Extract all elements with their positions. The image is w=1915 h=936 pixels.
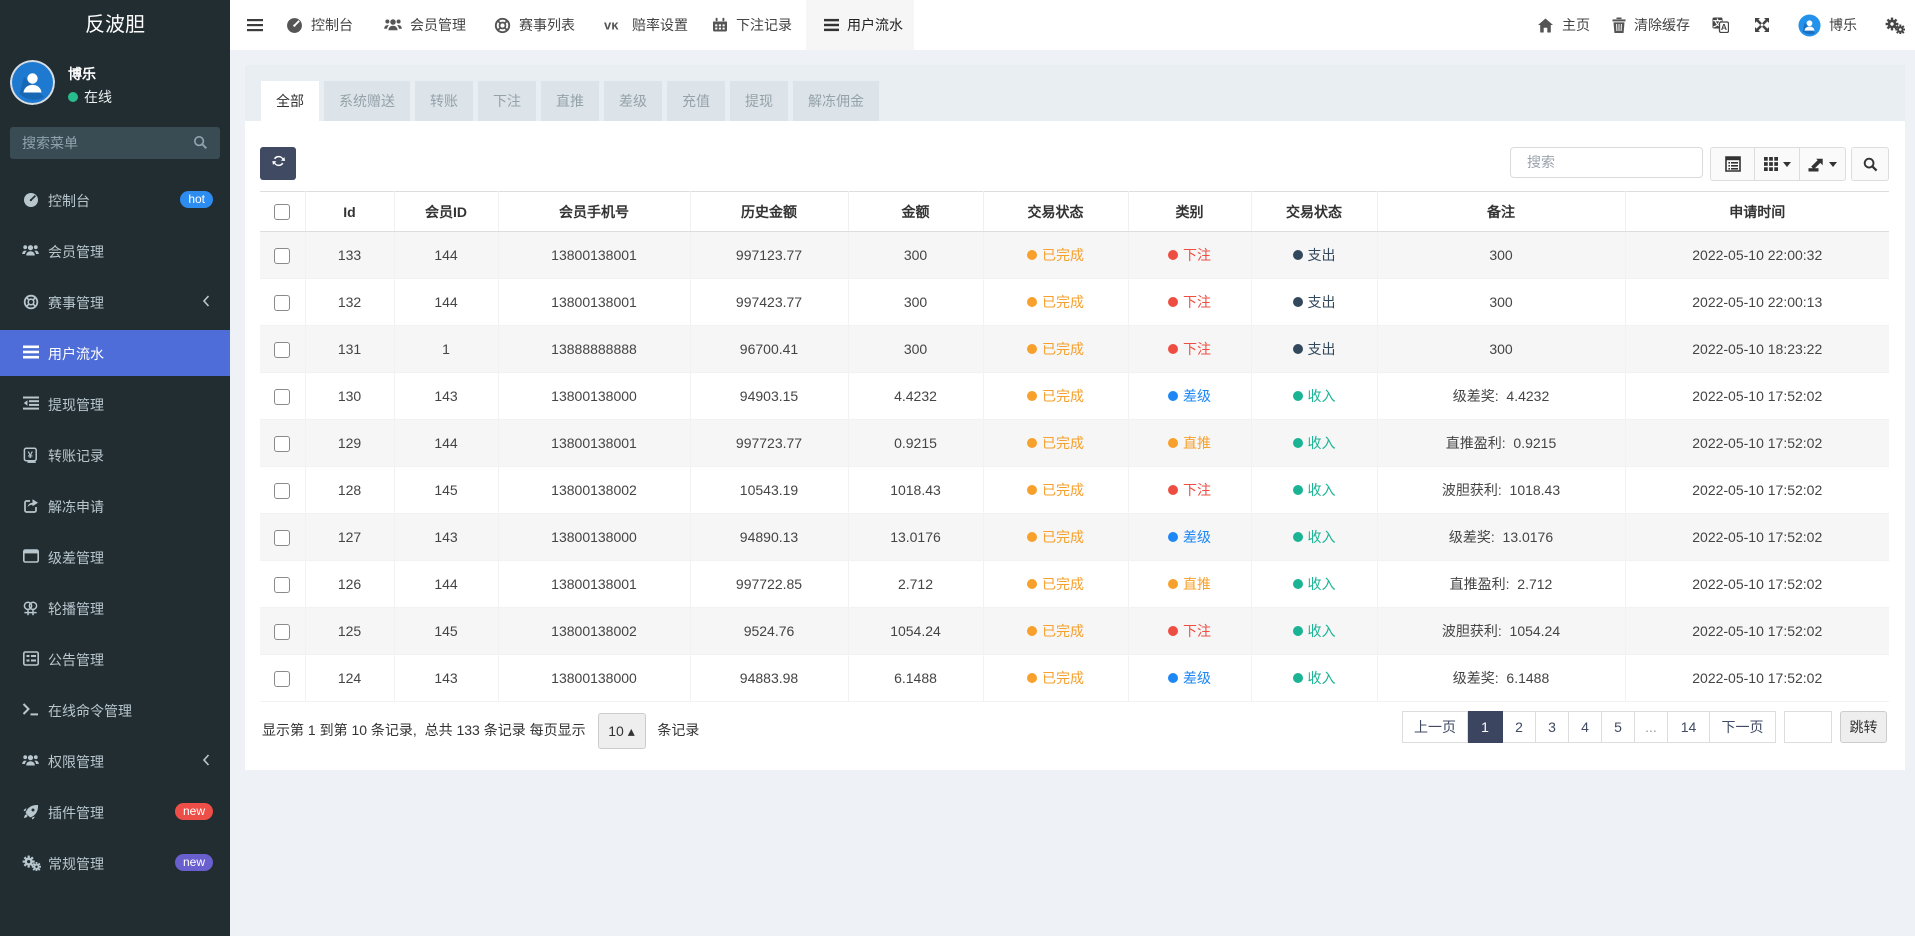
svg-text:vĸ: vĸ — [604, 19, 619, 31]
svg-text:A: A — [1721, 22, 1727, 32]
svg-text:¥: ¥ — [27, 450, 33, 461]
